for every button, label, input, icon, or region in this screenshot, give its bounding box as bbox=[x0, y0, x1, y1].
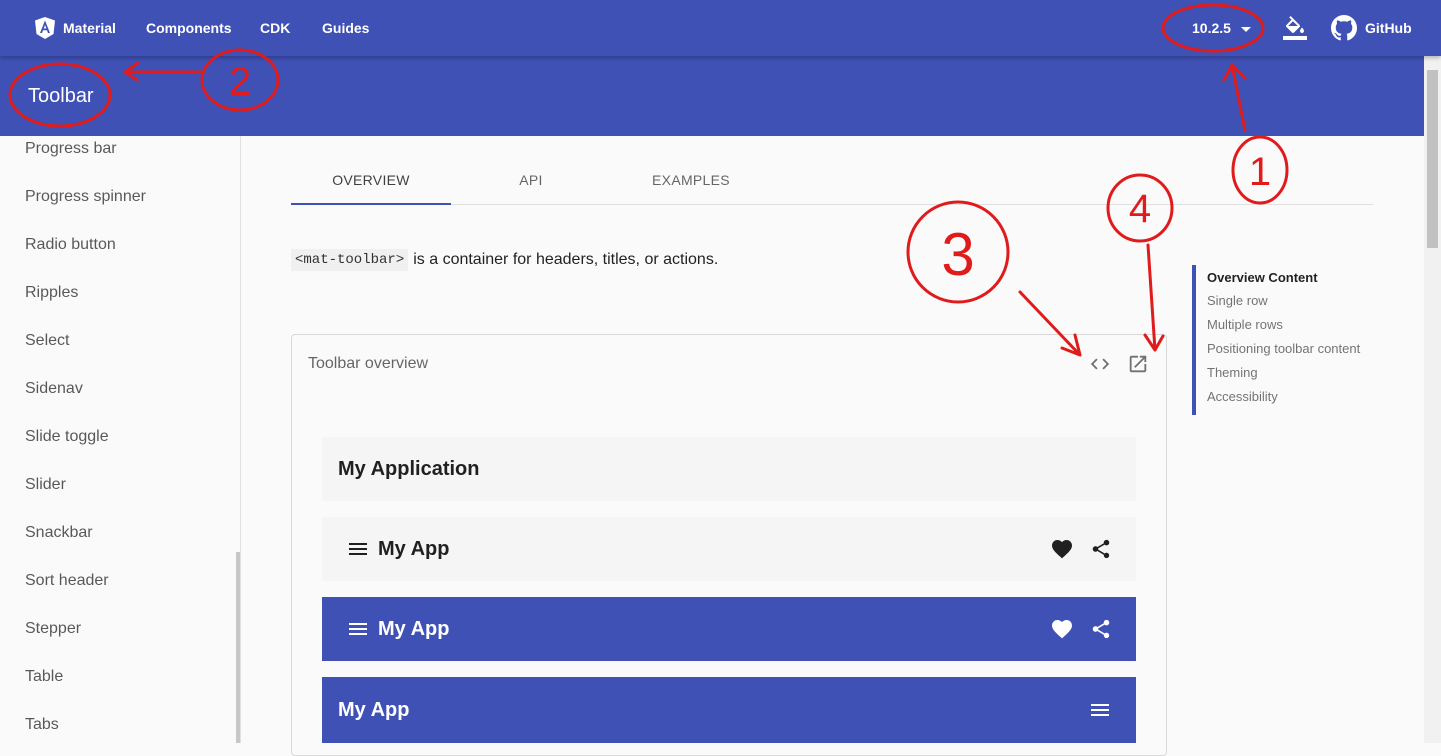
theme-picker-button[interactable] bbox=[1283, 0, 1307, 56]
menu-icon bbox=[1091, 704, 1109, 716]
dropdown-arrow-icon bbox=[1240, 26, 1251, 32]
sidenav-item-snackbar[interactable]: Snackbar bbox=[25, 524, 93, 542]
tab-overview-label: OVERVIEW bbox=[332, 172, 410, 188]
toolbar-multiple-rows: My App bbox=[322, 677, 1136, 743]
favorite-button[interactable] bbox=[1050, 617, 1074, 641]
toolbar-title: My App bbox=[378, 617, 450, 640]
tab-examples-label: EXAMPLES bbox=[652, 172, 730, 188]
toc-item-single-row[interactable]: Single row bbox=[1207, 293, 1268, 308]
nav-components[interactable]: Components bbox=[146, 0, 232, 56]
share-button[interactable] bbox=[1090, 618, 1112, 640]
intro-code: <mat-toolbar> bbox=[291, 249, 409, 271]
toc-item-positioning[interactable]: Positioning toolbar content bbox=[1207, 341, 1360, 356]
doc-tabs: OVERVIEW API EXAMPLES bbox=[291, 156, 1373, 205]
toolbar-primary: My App bbox=[322, 597, 1136, 661]
sidenav-item-select[interactable]: Select bbox=[25, 332, 69, 350]
menu-button[interactable] bbox=[346, 617, 370, 641]
sidenav-scrollbar[interactable] bbox=[236, 552, 240, 743]
sidenav-item-table[interactable]: Table bbox=[25, 668, 63, 686]
sidenav-item-sort-header[interactable]: Sort header bbox=[25, 572, 109, 590]
toolbar-single-row: My Application bbox=[322, 437, 1136, 501]
intro-text: is a container for headers, titles, or a… bbox=[413, 251, 719, 268]
sidenav-item-slider[interactable]: Slider bbox=[25, 476, 66, 494]
share-button[interactable] bbox=[1090, 538, 1112, 560]
sidenav-item-progress-bar[interactable]: Progress bar bbox=[25, 140, 117, 158]
tab-ink-bar bbox=[291, 203, 451, 205]
sidenav-item-progress-spinner[interactable]: Progress spinner bbox=[25, 188, 146, 206]
version-select[interactable]: 10.2.5 bbox=[1192, 0, 1251, 56]
nav-guides[interactable]: Guides bbox=[322, 0, 369, 56]
menu-button[interactable] bbox=[346, 537, 370, 561]
github-link[interactable]: GitHub bbox=[1331, 0, 1412, 56]
brand-label: Material bbox=[63, 20, 116, 36]
toolbar-title: My App bbox=[338, 698, 410, 721]
toc-item-accessibility[interactable]: Accessibility bbox=[1207, 389, 1278, 404]
format-color-fill-icon bbox=[1283, 16, 1307, 40]
heart-icon bbox=[1052, 620, 1072, 639]
toc-item-theming[interactable]: Theming bbox=[1207, 365, 1258, 380]
tab-overview[interactable]: OVERVIEW bbox=[291, 156, 451, 205]
sidenav: Progress bar Progress spinner Radio butt… bbox=[0, 136, 241, 743]
annotation-circle-3 bbox=[906, 200, 1010, 304]
example-title: Toolbar overview bbox=[308, 355, 429, 372]
sidenav-item-stepper[interactable]: Stepper bbox=[25, 620, 81, 638]
toolbar-basic: My App bbox=[322, 517, 1136, 581]
toolbar-title: My Application bbox=[338, 457, 480, 480]
scrollbar-thumb[interactable] bbox=[1427, 70, 1438, 248]
code-icon bbox=[1090, 358, 1110, 370]
table-of-contents: Overview Content Single row Multiple row… bbox=[1192, 265, 1386, 415]
open-in-new-icon bbox=[1129, 355, 1147, 373]
tab-api-label: API bbox=[519, 172, 543, 188]
annotation-label-3: 3 bbox=[941, 221, 974, 288]
menu-button[interactable] bbox=[1088, 698, 1112, 722]
brand-link[interactable]: Material bbox=[35, 0, 116, 56]
sidenav-item-tabs[interactable]: Tabs bbox=[25, 716, 59, 734]
version-label: 10.2.5 bbox=[1192, 20, 1231, 36]
open-stackblitz-button[interactable] bbox=[1120, 349, 1156, 379]
toc-item-multiple-rows[interactable]: Multiple rows bbox=[1207, 317, 1283, 332]
tab-examples[interactable]: EXAMPLES bbox=[611, 156, 771, 204]
share-icon bbox=[1092, 539, 1110, 559]
angular-logo-icon bbox=[35, 17, 55, 39]
tab-api[interactable]: API bbox=[451, 156, 611, 204]
share-icon bbox=[1092, 619, 1110, 639]
menu-icon bbox=[349, 623, 367, 635]
favorite-button[interactable] bbox=[1050, 537, 1074, 561]
window-scrollbar[interactable] bbox=[1424, 56, 1441, 743]
menu-icon bbox=[349, 543, 367, 555]
sidenav-item-radio-button[interactable]: Radio button bbox=[25, 236, 116, 254]
sidenav-item-sidenav[interactable]: Sidenav bbox=[25, 380, 83, 398]
view-code-button[interactable] bbox=[1082, 349, 1118, 379]
nav-cdk[interactable]: CDK bbox=[260, 0, 290, 56]
intro-paragraph: <mat-toolbar> is a container for headers… bbox=[291, 249, 718, 271]
top-nav-bar: Material Components CDK Guides 10.2.5 Gi… bbox=[0, 0, 1441, 56]
toolbar-title: My App bbox=[378, 537, 450, 560]
github-label: GitHub bbox=[1365, 20, 1412, 36]
toc-item-overview-content[interactable]: Overview Content bbox=[1207, 270, 1318, 285]
heart-icon bbox=[1052, 540, 1072, 559]
sidenav-item-slide-toggle[interactable]: Slide toggle bbox=[25, 428, 109, 446]
sidenav-item-ripples[interactable]: Ripples bbox=[25, 284, 78, 302]
github-icon bbox=[1331, 15, 1357, 41]
page-header: Toolbar bbox=[0, 56, 1424, 136]
page-title: Toolbar bbox=[28, 85, 94, 107]
